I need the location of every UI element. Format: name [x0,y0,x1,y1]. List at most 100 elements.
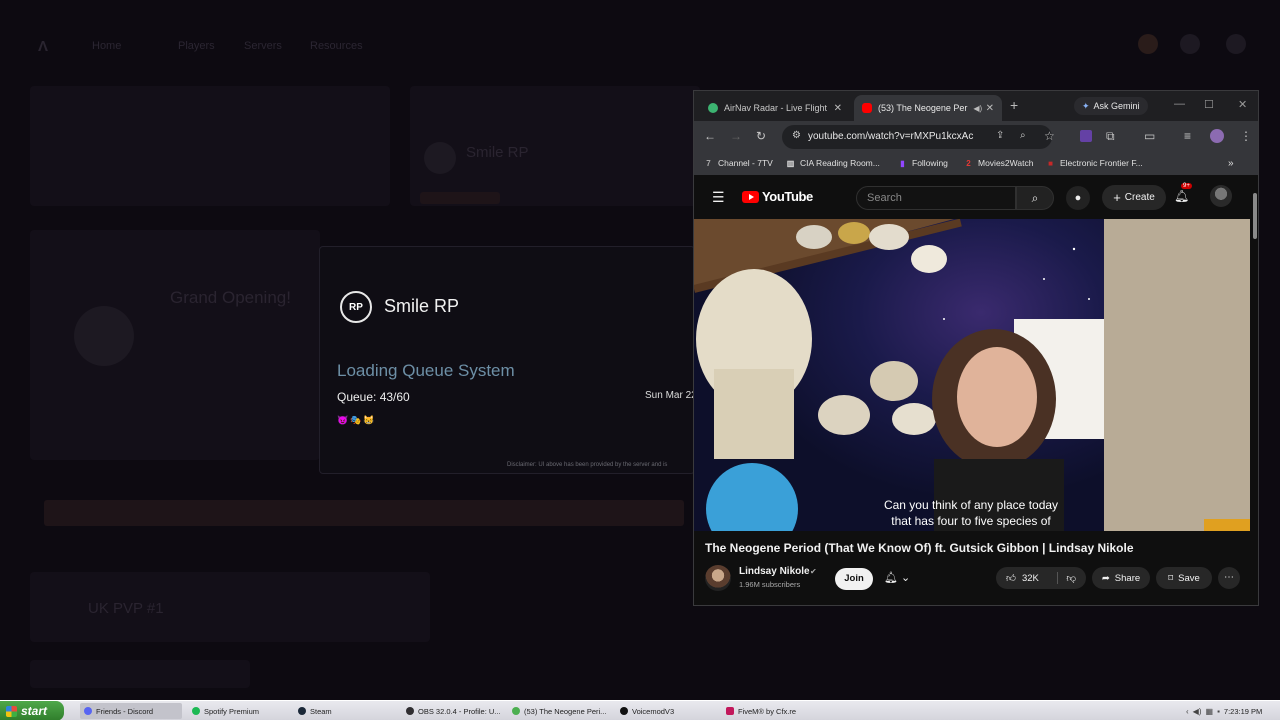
extensions-icon[interactable]: ⧉ [1106,129,1115,144]
speaker-icon[interactable]: ◀) [973,104,982,113]
tab-strip: AirNav Radar - Live Flight ✕ (53) The Ne… [694,91,1258,121]
notifications-icon[interactable]: 🔔︎ [1174,189,1189,203]
taskbar-label: Spotify Premium [204,706,260,716]
minimize-icon[interactable]: — [1174,98,1185,110]
taskbar-item-steam[interactable]: Steam [294,703,394,719]
clock[interactable]: 7:23:19 PM [1224,707,1262,716]
tray-expand-icon[interactable]: ‹ [1186,707,1189,716]
volume-icon[interactable]: ◀) [1193,707,1202,716]
bookmark-7tv[interactable]: 7 Channel - 7TV [704,158,773,168]
fivem-icon [726,707,734,715]
save-button[interactable]: ⌑ Save [1156,567,1212,589]
page-scrollbar[interactable] [1252,175,1258,605]
like-icon[interactable]: 👍︎ [1006,572,1016,584]
chrome-icon [512,707,520,715]
url-text[interactable]: youtube.com/watch?v=rMXPu1kcxAc [808,131,973,142]
close-tab-icon[interactable]: ✕ [834,103,842,114]
new-tab-button[interactable]: + [1010,97,1018,113]
taskbar-item-obs[interactable]: OBS 32.0.4 - Profile: U... [402,703,502,719]
bookmark-label: Movies2Watch [978,158,1034,168]
zoom-icon[interactable]: ⌕ [1020,130,1026,141]
taskbar-item-discord[interactable]: Friends - Discord [80,703,182,719]
create-button[interactable]: + Create [1102,185,1166,210]
bookmark-cia[interactable]: ▥ CIA Reading Room... [786,158,880,168]
search-input[interactable]: Search [856,186,1016,210]
create-label: Create [1124,192,1155,203]
youtube-logo[interactable]: YouTube [742,189,813,204]
subscriber-count: 1.96M subscribers [739,580,801,589]
twitch-extension-icon[interactable] [1080,130,1092,142]
nav-item-players[interactable]: Players [178,40,215,52]
airnav-icon [708,103,718,113]
steam-icon [298,707,306,715]
taskbar-label: (53) The Neogene Peri... [524,706,607,716]
bookmark-label: Channel - 7TV [718,158,773,168]
exit-icon[interactable] [1226,34,1246,54]
server-avatar [424,142,456,174]
profile-icon[interactable] [1138,34,1158,54]
bookmarks-bar: 7 Channel - 7TV ▥ CIA Reading Room... ▮ … [694,153,1258,175]
taskbar-item-spotify[interactable]: Spotify Premium [188,703,288,719]
server-name-faint: Smile RP [466,144,529,161]
tab-label: (53) The Neogene Per [878,103,968,113]
subscription-bell-icon[interactable]: 🔔︎ ⌄ [884,571,910,584]
share-button[interactable]: ➦ Share [1092,567,1150,589]
tab-youtube[interactable]: (53) The Neogene Per ◀) ✕ [854,95,1002,121]
settings-icon[interactable] [1180,34,1200,54]
install-app-icon[interactable]: ⇪ [996,130,1004,141]
address-bar[interactable]: ⚙ youtube.com/watch?v=rMXPu1kcxAc [782,125,1052,149]
taskbar-item-fivem[interactable]: FiveM® by Cfx.re [722,703,826,719]
voice-search-icon[interactable]: ● [1066,186,1090,210]
like-count[interactable]: 32K [1022,573,1039,584]
more-actions-icon[interactable]: ⋯ [1218,567,1240,589]
start-button[interactable]: start [0,701,64,720]
start-label: start [21,704,48,718]
search-icon[interactable]: ⌕ [1016,186,1054,210]
account-avatar[interactable] [1210,185,1232,207]
voicemod-icon [620,707,628,715]
dislike-icon[interactable]: 👎︎ [1057,572,1076,584]
taskbar-item-chrome[interactable]: (53) The Neogene Peri... [508,703,608,719]
back-icon[interactable]: ← [704,129,716,143]
tab-airnav[interactable]: AirNav Radar - Live Flight ✕ [700,95,850,121]
taskbar-item-voicemod[interactable]: VoicemodV3 [616,703,716,719]
scrollbar-thumb[interactable] [1253,193,1257,239]
video-caption: Can you think of any place today that ha… [866,497,1076,529]
bg-panel-server [410,86,700,206]
taskbar-label: OBS 32.0.4 - Profile: U... [418,706,501,716]
bookmark-eff[interactable]: ■ Electronic Frontier F... [1046,158,1143,168]
maximize-icon[interactable]: ☐ [1204,98,1214,111]
bookmark-label: Electronic Frontier F... [1060,158,1143,168]
ask-gemini-button[interactable]: ✦ Ask Gemini [1074,97,1148,115]
site-info-icon[interactable]: ⚙ [792,130,801,141]
nav-item-resources[interactable]: Resources [310,40,363,52]
share-icon: ➦ [1101,572,1110,584]
eff-icon: ■ [1048,158,1053,168]
channel-name[interactable]: Lindsay Nikole [739,566,810,577]
join-button[interactable]: Join [835,568,873,590]
youtube-icon [862,103,872,113]
video-player[interactable]: Can you think of any place today that ha… [694,219,1250,531]
bookmark-star-icon[interactable]: ☆ [1044,129,1055,143]
chrome-menu-icon[interactable]: ⋮ [1240,129,1252,143]
tray-app-icon[interactable]: ▪ [1217,707,1220,716]
network-icon[interactable]: ▦ [1206,707,1214,716]
forward-icon[interactable]: → [730,129,742,143]
notification-count: 9+ [1181,183,1192,189]
close-tab-icon[interactable]: ✕ [986,103,994,114]
more-bookmarks-icon[interactable]: » [1228,158,1234,169]
queue-date: Sun Mar 22 [645,390,695,401]
reading-list-icon[interactable]: ≡ [1184,129,1191,143]
channel-avatar[interactable] [705,565,731,591]
tab-search-icon[interactable]: ▭ [1144,129,1155,143]
guide-menu-icon[interactable]: ☰ [712,189,725,206]
nav-item-home[interactable]: Home [92,40,121,52]
nav-item-servers[interactable]: Servers [244,40,282,52]
bookmark-movies2watch[interactable]: 2 Movies2Watch [964,158,1033,168]
bookmark-following[interactable]: ▮ Following [898,158,948,168]
profile-avatar-icon[interactable] [1210,129,1224,143]
close-window-icon[interactable]: ✕ [1238,98,1247,111]
caption-line: that has four to five species of [891,514,1051,528]
obs-icon [406,707,414,715]
reload-icon[interactable]: ↻ [756,129,766,143]
